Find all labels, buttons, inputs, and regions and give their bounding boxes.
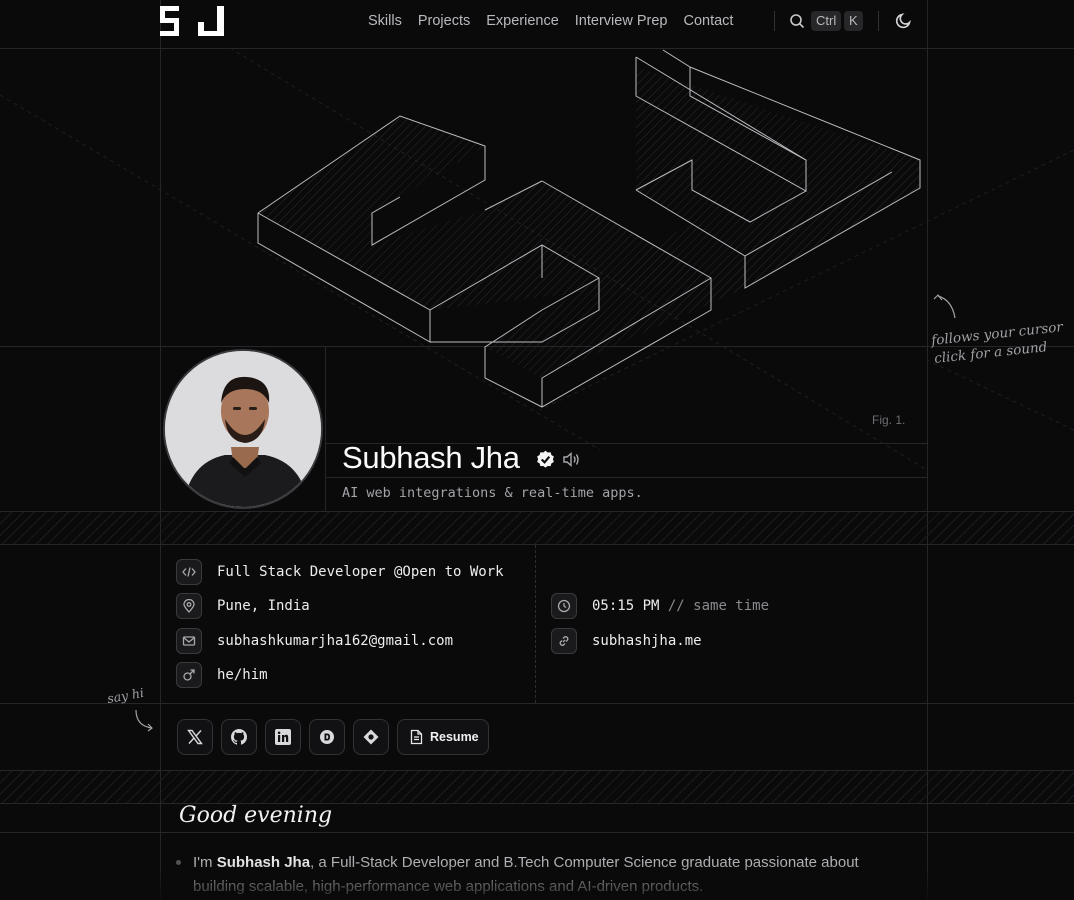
profile-photo: [165, 351, 321, 507]
figure-caption: Fig. 1.: [872, 413, 906, 427]
site-header: Skills Projects Experience Interview Pre…: [0, 0, 1074, 48]
map-pin-icon: [176, 593, 202, 619]
role-text: Full Stack Developer @Open to Work: [217, 564, 504, 580]
hatch-band: [0, 511, 1074, 545]
moon-icon[interactable]: [895, 12, 912, 29]
bottom-fade: [0, 862, 1074, 900]
resume-button[interactable]: Resume: [397, 719, 489, 755]
isometric-sj-illustration[interactable]: [0, 48, 1074, 512]
profile-tagline: AI web integrations & real-time apps.: [342, 485, 643, 501]
sj-logo[interactable]: [160, 6, 224, 36]
email-link[interactable]: subhashkumarjha162@gmail.com: [217, 633, 453, 649]
speaker-icon[interactable]: [562, 451, 580, 468]
time-note: // same time: [667, 598, 770, 614]
daily-dev-icon: [320, 730, 334, 744]
nav-skills[interactable]: Skills: [368, 12, 402, 30]
shortcut-ctrl-key: Ctrl: [811, 11, 842, 31]
nav-interview-prep[interactable]: Interview Prep: [575, 12, 668, 30]
daily-dev-social-button[interactable]: [309, 719, 345, 755]
search-icon[interactable]: [789, 13, 805, 29]
pronouns-text: he/him: [217, 667, 268, 683]
linkedin-social-button[interactable]: [265, 719, 301, 755]
shortcut-k-key: K: [844, 11, 863, 31]
info-divider: [0, 703, 1074, 704]
local-time: 05:15 PM // same time: [592, 598, 769, 614]
document-icon: [410, 729, 423, 745]
nav-experience[interactable]: Experience: [486, 12, 559, 30]
info-column-divider: [535, 545, 536, 703]
portfolio-social-button[interactable]: [353, 719, 389, 755]
location-text: Pune, India: [217, 598, 310, 614]
mail-icon: [176, 628, 202, 654]
x-icon: [187, 729, 203, 745]
nav-separator: [774, 11, 775, 31]
code-icon: [176, 559, 202, 585]
main-nav: Skills Projects Experience Interview Pre…: [368, 12, 733, 30]
nav-contact[interactable]: Contact: [683, 12, 733, 30]
linkedin-icon: [275, 729, 291, 745]
male-symbol-icon: [176, 662, 202, 688]
github-icon: [230, 729, 248, 745]
portfolio-icon: [363, 729, 379, 745]
greeting-heading: Good evening: [179, 803, 333, 828]
link-icon: [551, 628, 577, 654]
greeting-divider: [0, 832, 1074, 833]
nav-projects[interactable]: Projects: [418, 12, 470, 30]
x-social-button[interactable]: [177, 719, 213, 755]
website-link[interactable]: subhashjha.me: [592, 633, 702, 649]
hatch-band: [0, 770, 1074, 804]
verified-badge-icon: [537, 450, 554, 468]
nav-separator: [878, 11, 879, 31]
clock-icon: [551, 593, 577, 619]
time-value: 05:15 PM: [592, 598, 660, 614]
resume-label: Resume: [430, 730, 479, 744]
profile-name: Subhash Jha: [342, 440, 520, 475]
github-social-button[interactable]: [221, 719, 257, 755]
avatar: [163, 349, 323, 509]
say-hi-arrow-icon: [135, 709, 153, 732]
